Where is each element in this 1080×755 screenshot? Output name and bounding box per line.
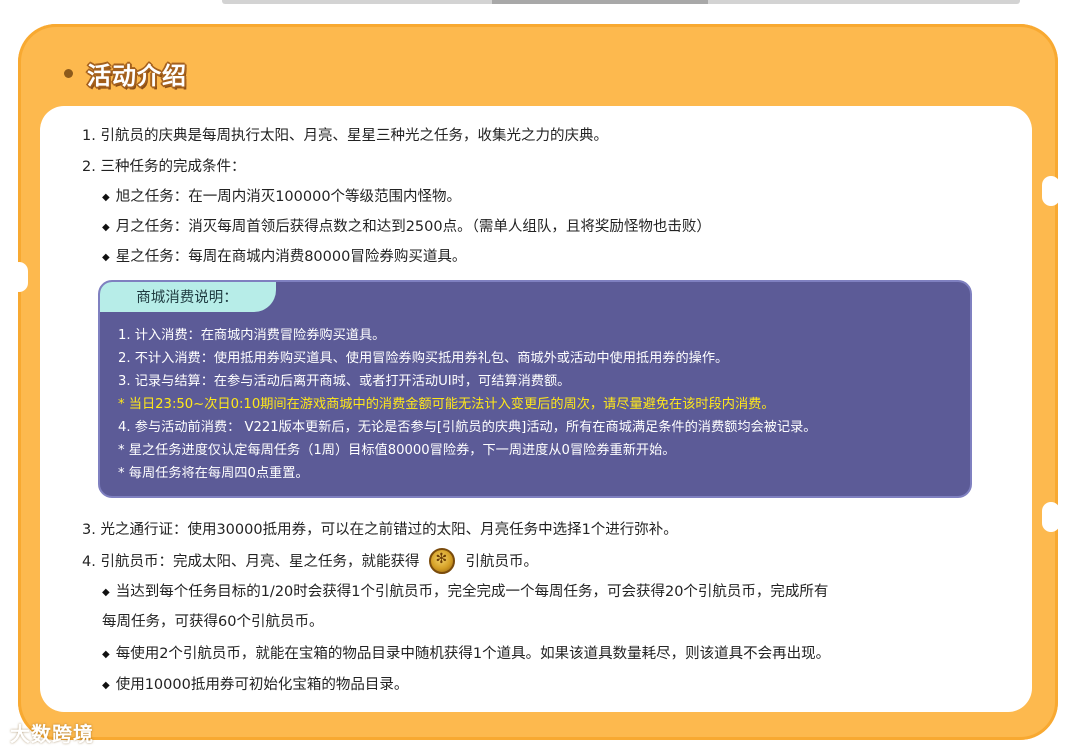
section-title: 活动介绍 xyxy=(87,61,187,90)
coin-rule-text: 每使用2个引航员币，就能在宝箱的物品目录中随机获得1个道具。如果该道具数量耗尽，… xyxy=(115,646,831,662)
task-item-sun: ◆ 旭之任务：在一周内消灭100000个等级范围内怪物。 xyxy=(102,185,461,206)
diamond-bullet-icon: ◆ xyxy=(102,252,110,263)
shop-rule-2: 2. 不计入消费：使用抵用券购买道具、使用冒险券购买抵用券礼包、商城外或活动中使… xyxy=(118,351,729,366)
shop-box-title: 商城消费说明： xyxy=(136,289,238,306)
shop-rule-1: 1. 计入消费：在商城内消费冒险券购买道具。 xyxy=(118,328,386,343)
task-text: 旭之任务：在一周内消灭100000个等级范围内怪物。 xyxy=(115,189,462,205)
frame-notch-right-lower xyxy=(1042,502,1060,532)
scrollbar-thumb[interactable] xyxy=(492,0,708,4)
shop-consumption-box: 商城消费说明： 1. 计入消费：在商城内消费冒险券购买道具。 2. 不计入消费：… xyxy=(98,280,972,498)
coin-rule-3: ◆ 使用10000抵用券可初始化宝箱的物品目录。 xyxy=(102,673,408,694)
coin-rule-text: 使用10000抵用券可初始化宝箱的物品目录。 xyxy=(115,677,409,693)
intro-line-2: 2. 三种任务的完成条件： xyxy=(82,159,246,175)
task-text: 月之任务：消灭每周首领后获得点数之和达到2500点。（需单人组队，且将奖励怪物也… xyxy=(115,219,711,235)
diamond-bullet-icon: ◆ xyxy=(102,192,110,203)
item-4-suffix: 引航员币。 xyxy=(465,554,538,570)
shop-rule-4: 4. 参与活动前消费： V221版本更新后，无论是否参与[引航员的庆典]活动，所… xyxy=(118,420,817,435)
coin-rule-text: 当达到每个任务目标的1/20时会获得1个引航员币，完全完成一个每周任务，可会获得… xyxy=(115,584,829,600)
diamond-bullet-icon: ◆ xyxy=(102,680,110,691)
shop-rule-note-reset: * 每周任务将在每周四0点重置。 xyxy=(118,466,309,481)
task-item-star: ◆ 星之任务：每周在商城内消费80000冒险券购买道具。 xyxy=(102,245,466,266)
diamond-bullet-icon: ◆ xyxy=(102,587,110,598)
shop-rule-note-star: * 星之任务进度仅认定每周任务（1周）目标值80000冒险券，下一周进度从0冒险… xyxy=(118,443,676,458)
frame-notch-left xyxy=(10,262,28,292)
coin-rule-2: ◆ 每使用2个引航员币，就能在宝箱的物品目录中随机获得1个道具。如果该道具数量耗尽… xyxy=(102,642,830,663)
coin-rule-1: ◆ 当达到每个任务目标的1/20时会获得1个引航员币，完全完成一个每周任务，可会获… xyxy=(102,580,828,601)
diamond-bullet-icon: ◆ xyxy=(102,649,110,660)
task-text: 星之任务：每周在商城内消费80000冒险券购买道具。 xyxy=(115,249,467,265)
item-4-coin: 4. 引航员币：完成太阳、月亮、星之任务，就能获得 引航员币。 xyxy=(82,548,538,574)
item-4-prefix: 4. 引航员币：完成太阳、月亮、星之任务，就能获得 xyxy=(82,554,420,570)
watermark: 大数跨境 xyxy=(10,722,94,746)
top-scrollbar[interactable] xyxy=(222,0,1020,4)
frame-notch-right xyxy=(1042,176,1060,206)
shop-box-title-tab: 商城消费说明： xyxy=(100,282,276,312)
task-item-moon: ◆ 月之任务：消灭每周首领后获得点数之和达到2500点。（需单人组队，且将奖励怪物… xyxy=(102,215,711,236)
navigator-coin-icon xyxy=(429,548,456,574)
diamond-bullet-icon: ◆ xyxy=(102,222,110,233)
shop-rule-3: 3. 记录与结算：在参与活动后离开商城、或者打开活动UI时，可结算消费额。 xyxy=(118,374,571,389)
item-3-pass: 3. 光之通行证：使用30000抵用券，可以在之前错过的太阳、月亮任务中选择1个… xyxy=(82,522,678,538)
section-header: 活动介绍 xyxy=(64,54,187,92)
intro-line-1: 1. 引航员的庆典是每周执行太阳、月亮、星星三种光之任务，收集光之力的庆典。 xyxy=(82,128,608,144)
shop-rule-warning: * 当日23:50~次日0:10期间在游戏商城中的消费金额可能无法计入变更后的周… xyxy=(118,397,775,412)
title-bullet-icon xyxy=(64,68,73,78)
coin-rule-1-cont: 每周任务，可获得60个引航员币。 xyxy=(102,614,324,630)
